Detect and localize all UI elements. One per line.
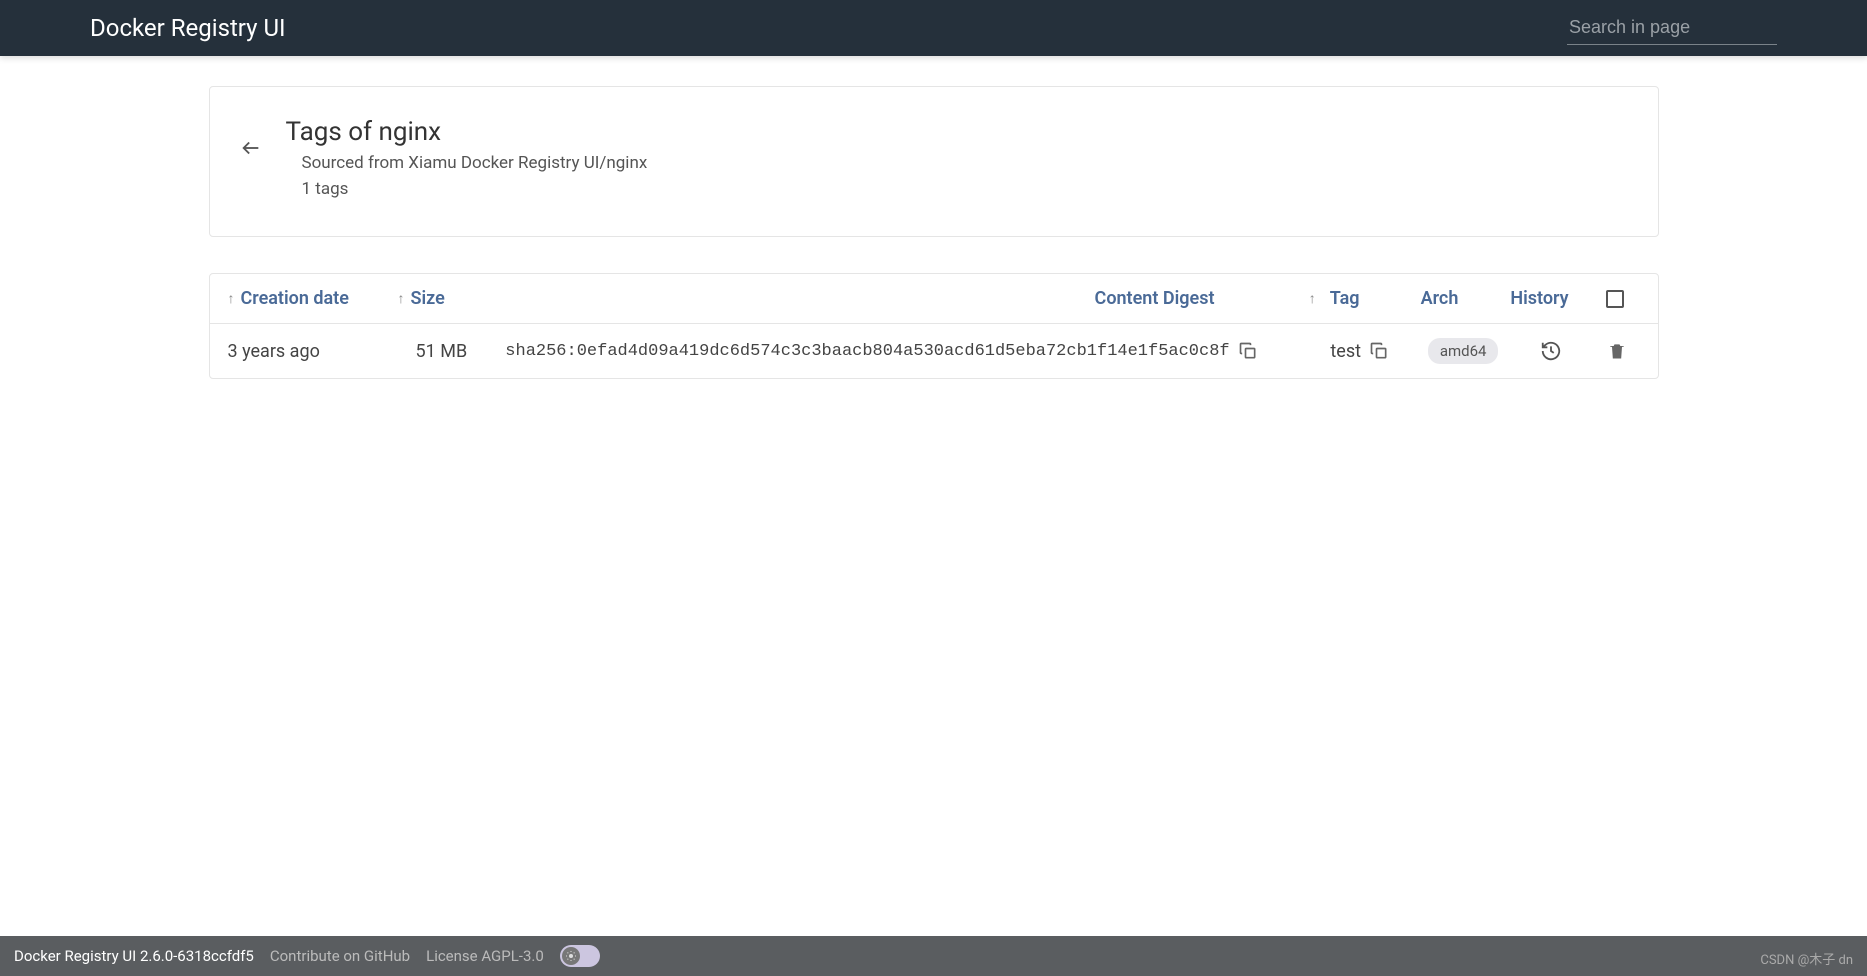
select-all-checkbox[interactable]	[1606, 290, 1624, 308]
column-header-tag[interactable]: ↑ Tag	[1245, 288, 1390, 309]
tag-text: test	[1330, 341, 1361, 362]
delete-button[interactable]	[1607, 341, 1627, 361]
source-line: Sourced from Xiamu Docker Registry UI/ng…	[302, 151, 648, 177]
column-label: Size	[411, 288, 445, 309]
digest-text: sha256:0efad4d09a419dc6d574c3c3baacb804a…	[505, 342, 1229, 361]
column-header-creation[interactable]: ↑ Creation date	[228, 288, 398, 309]
trash-icon	[1607, 341, 1627, 361]
page-title: Tags of nginx	[286, 117, 648, 147]
sort-asc-icon: ↑	[1309, 290, 1316, 307]
column-label: Content Digest	[1095, 288, 1215, 309]
app-footer: Docker Registry UI 2.6.0-6318ccfdf5 Cont…	[0, 936, 1867, 976]
cell-tag: test	[1288, 341, 1419, 362]
column-label: Creation date	[241, 288, 349, 309]
footer-version: Docker Registry UI 2.6.0-6318ccfdf5	[14, 947, 254, 965]
search-input[interactable]	[1567, 11, 1777, 45]
column-header-select	[1590, 290, 1640, 308]
copy-icon	[1369, 341, 1389, 361]
footer-license-link[interactable]: License AGPL-3.0	[426, 947, 544, 965]
history-button[interactable]	[1540, 340, 1562, 362]
app-header: Docker Registry UI	[0, 0, 1867, 56]
history-icon	[1540, 340, 1562, 362]
count-line: 1 tags	[302, 177, 648, 203]
arch-badge: amd64	[1428, 338, 1499, 364]
main-content: Tags of nginx Sourced from Xiamu Docker …	[209, 56, 1659, 445]
cell-digest: sha256:0efad4d09a419dc6d574c3c3baacb804a…	[505, 341, 1287, 361]
column-header-digest: Content Digest	[543, 288, 1245, 309]
column-header-size[interactable]: ↑ Size	[398, 288, 543, 309]
sort-asc-icon: ↑	[398, 290, 405, 307]
copy-tag-button[interactable]	[1369, 341, 1389, 361]
copy-digest-button[interactable]	[1238, 341, 1258, 361]
column-header-arch: Arch	[1390, 288, 1490, 309]
column-label: Arch	[1421, 288, 1459, 309]
cell-delete	[1595, 341, 1639, 361]
column-label: Tag	[1330, 288, 1360, 309]
cell-size: 51 MB	[377, 341, 505, 362]
title-card: Tags of nginx Sourced from Xiamu Docker …	[209, 86, 1659, 237]
title-block: Tags of nginx Sourced from Xiamu Docker …	[286, 117, 648, 202]
copy-icon	[1238, 341, 1258, 361]
cell-creation: 3 years ago	[228, 341, 378, 362]
tags-table: ↑ Creation date ↑ Size Content Digest ↑ …	[209, 273, 1659, 379]
app-title: Docker Registry UI	[90, 14, 286, 42]
table-row: 3 years ago 51 MB sha256:0efad4d09a419dc…	[210, 324, 1658, 378]
sun-icon	[565, 950, 577, 962]
footer-contribute-link[interactable]: Contribute on GitHub	[270, 947, 410, 965]
column-header-history: History	[1490, 288, 1590, 309]
theme-toggle-knob	[562, 947, 580, 965]
theme-toggle[interactable]	[560, 945, 600, 967]
cell-history	[1507, 340, 1595, 362]
column-label: History	[1510, 288, 1568, 309]
back-button[interactable]	[240, 137, 262, 159]
cell-arch: amd64	[1419, 338, 1507, 364]
arrow-left-icon	[240, 137, 262, 159]
watermark: CSDN @木子 dn	[1760, 949, 1853, 968]
table-header-row: ↑ Creation date ↑ Size Content Digest ↑ …	[210, 274, 1658, 324]
sort-asc-icon: ↑	[228, 290, 235, 307]
